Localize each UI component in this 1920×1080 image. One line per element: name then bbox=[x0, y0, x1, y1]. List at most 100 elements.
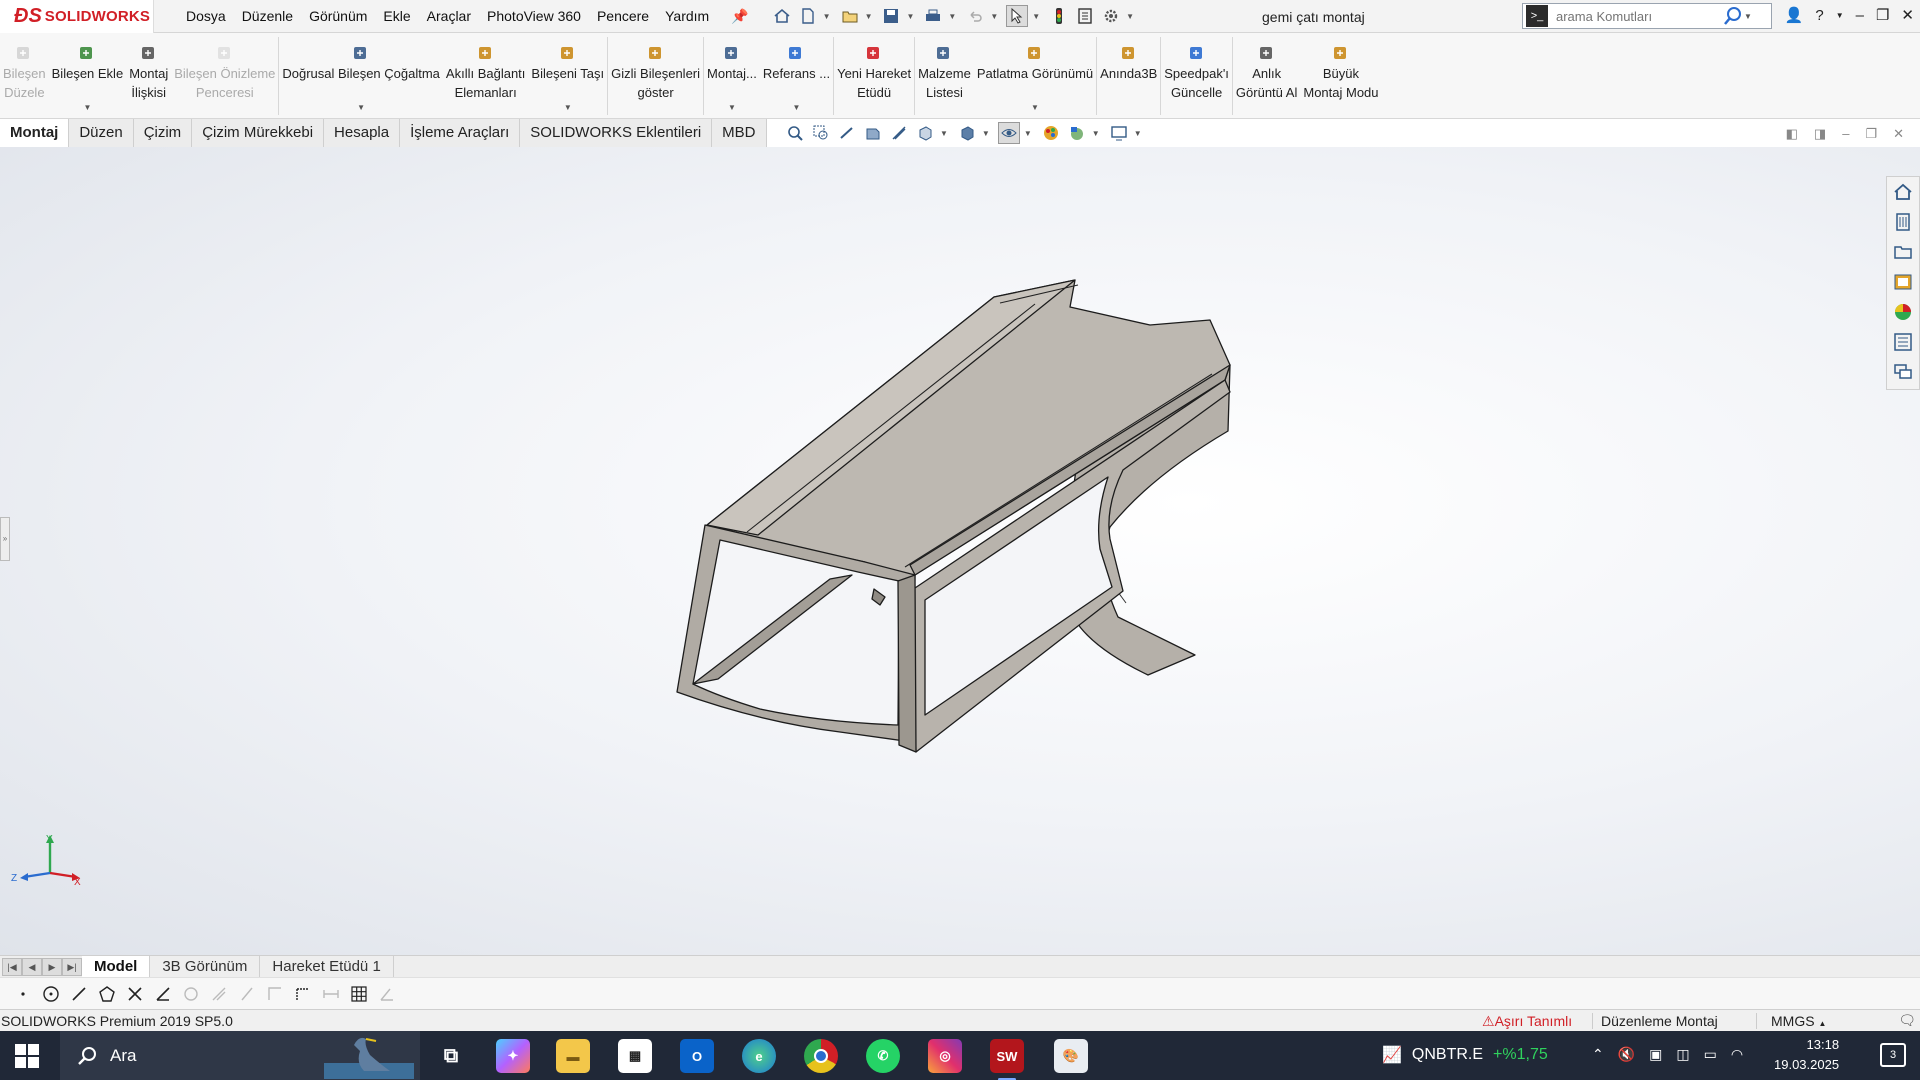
large-assembly-mode-button[interactable]: Büyük Montaj Modu bbox=[1300, 33, 1381, 119]
take-snapshot-button[interactable]: Anlık Görüntü Al bbox=[1233, 33, 1300, 119]
show-hidden-button[interactable]: Gizli Bileşenleri göster bbox=[608, 33, 703, 119]
chevron-down-icon[interactable]: ▼ bbox=[990, 12, 998, 21]
dynamic-annotation-icon[interactable] bbox=[888, 122, 910, 144]
file-explorer-icon[interactable]: ▬ bbox=[556, 1039, 590, 1073]
first-tab-icon[interactable]: |◀ bbox=[2, 957, 22, 976]
chevron-down-icon[interactable]: ▼ bbox=[793, 98, 801, 117]
forum-icon[interactable] bbox=[1892, 361, 1914, 383]
menu-file[interactable]: Dosya bbox=[178, 8, 234, 24]
split-left-icon[interactable]: ◧ bbox=[1786, 126, 1798, 142]
design-library-icon[interactable] bbox=[1892, 211, 1914, 233]
feature-manager-toggle[interactable]: » bbox=[0, 517, 10, 561]
view-orientation-icon[interactable] bbox=[914, 122, 936, 144]
taskbar-search[interactable]: Ara bbox=[60, 1031, 420, 1080]
chevron-down-icon[interactable]: ▼ bbox=[1836, 11, 1844, 20]
insert-component-button[interactable]: Bileşen Ekle ▼ bbox=[49, 33, 127, 119]
unit-system-selector[interactable]: MMGS ▲ bbox=[1756, 1013, 1826, 1029]
linear-pattern-button[interactable]: Doğrusal Bileşen Çoğaltma ▼ bbox=[279, 33, 443, 119]
menu-insert[interactable]: Ekle bbox=[375, 8, 418, 24]
prev-tab-icon[interactable]: ◀ bbox=[22, 957, 42, 976]
convert-entities-icon[interactable] bbox=[152, 983, 174, 1005]
chevron-down-icon[interactable]: ▼ bbox=[982, 129, 990, 138]
menu-help[interactable]: Yardım bbox=[657, 8, 717, 24]
menu-window[interactable]: Pencere bbox=[589, 8, 657, 24]
grid-icon[interactable] bbox=[348, 983, 370, 1005]
close-icon[interactable]: ✕ bbox=[1893, 126, 1904, 142]
clock[interactable]: 13:18 19.03.2025 bbox=[1774, 1035, 1839, 1075]
search-input[interactable] bbox=[1556, 8, 1716, 24]
next-tab-icon[interactable]: ▶ bbox=[42, 957, 62, 976]
minimize-icon[interactable]: – bbox=[1856, 7, 1864, 24]
chrome-icon[interactable] bbox=[804, 1039, 838, 1073]
undo-icon[interactable] bbox=[964, 5, 986, 27]
minimize-icon[interactable]: – bbox=[1842, 126, 1849, 142]
circle-center-icon[interactable] bbox=[40, 983, 62, 1005]
whatsapp-icon[interactable]: ✆ bbox=[866, 1039, 900, 1073]
previous-view-icon[interactable] bbox=[836, 122, 858, 144]
tab-machining-tools[interactable]: İşleme Araçları bbox=[400, 119, 521, 147]
view-palette-icon[interactable] bbox=[1892, 271, 1914, 293]
chevron-down-icon[interactable]: ▼ bbox=[906, 12, 914, 21]
chevron-down-icon[interactable]: ▼ bbox=[1126, 12, 1134, 21]
solidworks-taskbar-icon[interactable]: SW bbox=[990, 1039, 1024, 1080]
save-icon[interactable] bbox=[880, 5, 902, 27]
chevron-down-icon[interactable]: ▼ bbox=[1744, 12, 1752, 21]
restore-icon[interactable]: ❐ bbox=[1865, 126, 1877, 142]
exploded-view-button[interactable]: Patlatma Görünümü ▼ bbox=[974, 33, 1096, 119]
chevron-down-icon[interactable]: ▼ bbox=[564, 98, 572, 117]
comment-icon[interactable]: 🗨 bbox=[1898, 1012, 1916, 1029]
chevron-up-icon[interactable]: ⌃ bbox=[1592, 1046, 1604, 1063]
bill-of-materials-button[interactable]: Malzeme Listesi bbox=[915, 33, 974, 119]
chevron-down-icon[interactable]: ▼ bbox=[823, 12, 831, 21]
network-icon[interactable]: ◫ bbox=[1676, 1046, 1689, 1063]
point-icon[interactable] bbox=[12, 983, 34, 1005]
reference-geometry-button[interactable]: Referans ... ▼ bbox=[760, 33, 833, 119]
chevron-down-icon[interactable]: ▼ bbox=[948, 12, 956, 21]
menu-edit[interactable]: Düzenle bbox=[234, 8, 301, 24]
close-icon[interactable]: ✕ bbox=[1901, 6, 1914, 24]
file-explorer-icon[interactable] bbox=[1892, 241, 1914, 263]
help-icon[interactable]: ? bbox=[1815, 7, 1823, 24]
custom-properties-icon[interactable] bbox=[1892, 331, 1914, 353]
tab-assembly[interactable]: Montaj bbox=[0, 119, 70, 147]
tab-evaluate[interactable]: Hesapla bbox=[324, 119, 401, 147]
paint-icon[interactable]: 🎨 bbox=[1054, 1039, 1088, 1073]
chevron-down-icon[interactable]: ▼ bbox=[1032, 12, 1040, 21]
tab-model[interactable]: Model bbox=[82, 955, 151, 978]
tab-solidworks-addins[interactable]: SOLIDWORKS Eklentileri bbox=[520, 119, 713, 147]
stock-ticker[interactable]: 📈 QNBTR.E +%1,75 bbox=[1382, 1045, 1548, 1065]
zoom-area-icon[interactable] bbox=[810, 122, 832, 144]
instant3d-button[interactable]: Anında3B bbox=[1097, 33, 1160, 119]
polygon-icon[interactable] bbox=[96, 983, 118, 1005]
gear-icon[interactable] bbox=[1100, 5, 1122, 27]
zoom-to-fit-icon[interactable] bbox=[784, 122, 806, 144]
trim-icon[interactable] bbox=[124, 983, 146, 1005]
move-component-button[interactable]: Bileşeni Taşı ▼ bbox=[528, 33, 607, 119]
hide-show-items-icon[interactable] bbox=[997, 122, 1020, 144]
outlook-icon[interactable]: O bbox=[680, 1039, 714, 1073]
edit-component-button[interactable]: Bileşen Düzele bbox=[0, 33, 49, 119]
new-document-icon[interactable] bbox=[797, 5, 819, 27]
display-style-icon[interactable] bbox=[956, 122, 978, 144]
tab-3d-view[interactable]: 3B Görünüm bbox=[150, 955, 261, 978]
new-motion-study-button[interactable]: Yeni Hareket Etüdü bbox=[834, 33, 914, 119]
dimension-icon[interactable] bbox=[292, 983, 314, 1005]
tab-mbd[interactable]: MBD bbox=[712, 119, 767, 147]
task-view-icon[interactable]: ⧉ bbox=[434, 1039, 468, 1073]
scenes-icon[interactable] bbox=[1066, 122, 1088, 144]
last-tab-icon[interactable]: ▶| bbox=[62, 957, 82, 976]
chevron-down-icon[interactable]: ▼ bbox=[357, 98, 365, 117]
chevron-down-icon[interactable]: ▼ bbox=[940, 129, 948, 138]
chevron-down-icon[interactable]: ▼ bbox=[1092, 129, 1100, 138]
print-icon[interactable] bbox=[922, 5, 944, 27]
windows-start-icon[interactable] bbox=[14, 1043, 40, 1069]
view-settings-icon[interactable] bbox=[1108, 122, 1130, 144]
chevron-down-icon[interactable]: ▼ bbox=[728, 98, 736, 117]
split-right-icon[interactable]: ◨ bbox=[1814, 126, 1826, 142]
menu-tools[interactable]: Araçlar bbox=[419, 8, 479, 24]
chevron-down-icon[interactable]: ▼ bbox=[83, 98, 91, 117]
wifi-icon[interactable]: ◠ bbox=[1731, 1046, 1743, 1063]
solidworks-logo[interactable]: ƉS SOLIDWORKS bbox=[0, 0, 154, 33]
pin-icon[interactable]: 📌 bbox=[731, 8, 748, 25]
restore-icon[interactable]: ❐ bbox=[1876, 6, 1889, 24]
